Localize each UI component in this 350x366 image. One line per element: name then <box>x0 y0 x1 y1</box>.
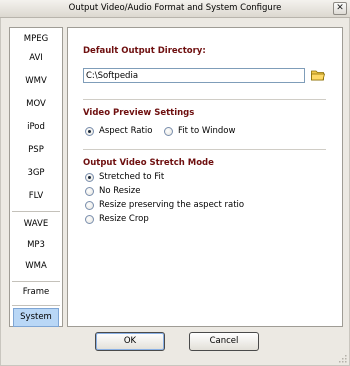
stretched-to-fit-radio[interactable]: Stretched to Fit <box>85 171 164 183</box>
resize-crop-radio[interactable]: Resize Crop <box>85 213 149 225</box>
fit-to-window-label: Fit to Window <box>178 126 236 136</box>
close-button[interactable]: ✕ <box>333 2 347 15</box>
radio-unchecked-icon[interactable] <box>85 186 94 196</box>
dialog-body: MPEG AVI WMV MOV iPod PSP 3GP FLV WAVE M… <box>0 18 350 366</box>
aspect-ratio-radio[interactable]: Aspect Ratio <box>85 125 152 137</box>
folder-icon[interactable] <box>311 69 325 81</box>
resize-preserve-aspect-label: Resize preserving the aspect ratio <box>99 200 245 210</box>
no-resize-radio[interactable]: No Resize <box>85 185 141 197</box>
sidebar-item-frame[interactable]: Frame <box>13 283 59 302</box>
section-divider <box>83 149 326 151</box>
aspect-ratio-label: Aspect Ratio <box>99 126 153 136</box>
sidebar-item-system[interactable]: System <box>13 308 59 327</box>
fit-to-window-radio[interactable]: Fit to Window <box>164 125 235 137</box>
output-dir-input[interactable] <box>83 68 305 83</box>
resize-crop-label: Resize Crop <box>99 214 149 224</box>
sidebar-item-avi[interactable]: AVI <box>13 49 59 68</box>
sidebar-item-mov[interactable]: MOV <box>13 95 59 114</box>
sidebar-item-psp[interactable]: PSP <box>13 141 59 160</box>
sidebar-item-wma[interactable]: WMA <box>13 257 59 276</box>
ok-button[interactable]: OK <box>95 332 165 351</box>
sidebar-item-mpeg[interactable]: MPEG <box>13 30 59 49</box>
stretch-mode-title: Output Video Stretch Mode <box>83 158 214 168</box>
output-dir-title: Default Output Directory: <box>83 46 206 56</box>
sidebar-item-3gp[interactable]: 3GP <box>13 164 59 183</box>
resize-grip-icon[interactable] <box>337 353 347 363</box>
sidebar-divider <box>12 211 60 213</box>
stretched-to-fit-label: Stretched to Fit <box>99 172 165 182</box>
title-bar: Output Video/Audio Format and System Con… <box>0 0 350 18</box>
window-title: Output Video/Audio Format and System Con… <box>68 3 282 13</box>
preview-settings-title: Video Preview Settings <box>83 108 195 118</box>
resize-preserve-aspect-radio[interactable]: Resize preserving the aspect ratio <box>85 199 244 211</box>
no-resize-label: No Resize <box>99 186 141 196</box>
system-settings-panel: Default Output Directory: Video Preview … <box>67 27 343 327</box>
radio-unchecked-icon[interactable] <box>85 214 94 224</box>
sidebar-item-ipod[interactable]: iPod <box>13 118 59 137</box>
cancel-button[interactable]: Cancel <box>189 332 259 351</box>
radio-unchecked-icon[interactable] <box>164 126 173 136</box>
section-divider <box>83 99 326 101</box>
radio-checked-icon[interactable] <box>85 172 94 182</box>
radio-checked-icon[interactable] <box>85 126 94 136</box>
sidebar-item-flv[interactable]: FLV <box>13 187 59 206</box>
sidebar-item-mp3[interactable]: MP3 <box>13 236 59 255</box>
format-sidebar: MPEG AVI WMV MOV iPod PSP 3GP FLV WAVE M… <box>9 27 63 327</box>
close-icon: ✕ <box>336 3 344 13</box>
radio-unchecked-icon[interactable] <box>85 200 94 210</box>
sidebar-item-wmv[interactable]: WMV <box>13 72 59 91</box>
sidebar-divider <box>12 305 60 307</box>
sidebar-item-wave[interactable]: WAVE <box>13 215 59 234</box>
